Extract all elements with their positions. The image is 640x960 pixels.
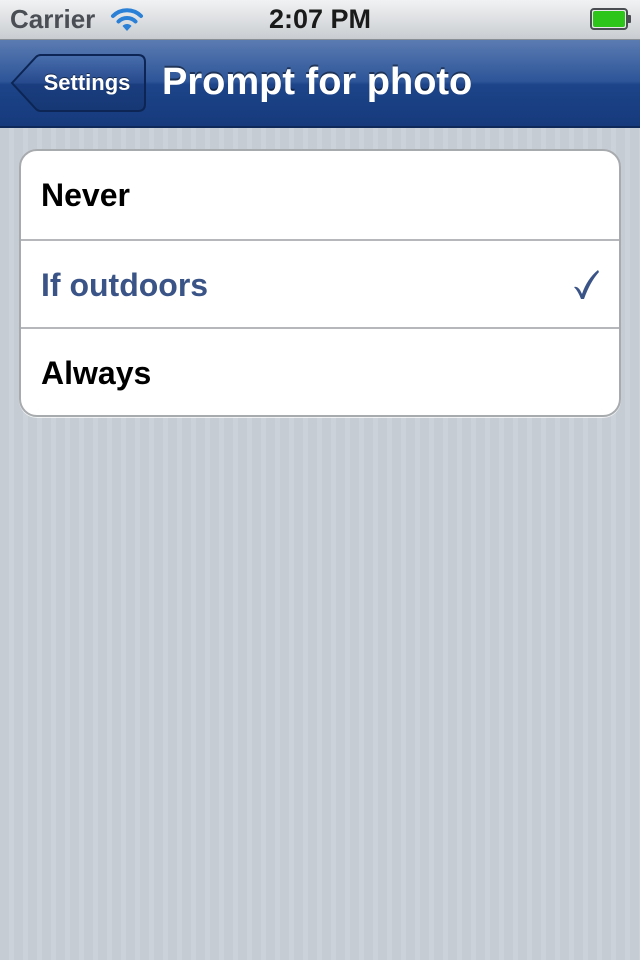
checkmark-icon <box>571 269 601 301</box>
option-label: Never <box>41 177 130 213</box>
back-button[interactable]: Settings <box>10 54 146 112</box>
navigation-bar: Settings Prompt for photo <box>0 40 640 128</box>
option-label: If outdoors <box>41 267 209 303</box>
option-if-outdoors[interactable]: If outdoors <box>21 239 619 327</box>
battery-full-icon <box>590 8 632 30</box>
page-title: Prompt for photo <box>162 61 473 103</box>
options-list: Never If outdoors Always <box>19 149 621 417</box>
back-button-label: Settings <box>43 70 131 95</box>
status-time: 2:07 PM <box>268 4 372 34</box>
option-never[interactable]: Never <box>21 151 619 239</box>
option-label: Always <box>41 355 152 391</box>
option-always[interactable]: Always <box>21 327 619 415</box>
status-bar: Carrier 2:07 PM <box>0 0 640 40</box>
